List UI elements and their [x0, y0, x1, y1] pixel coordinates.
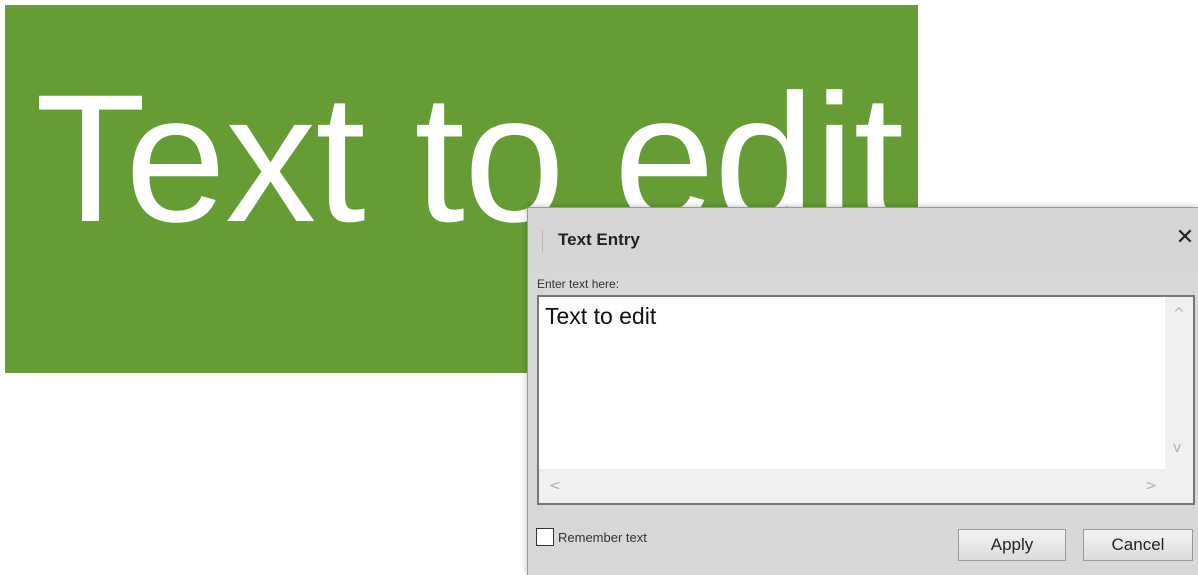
remember-text-checkbox[interactable]	[536, 528, 554, 546]
remember-text-label: Remember text	[558, 529, 647, 545]
remember-text-option[interactable]: Remember text	[536, 528, 647, 546]
dialog-title: Text Entry	[558, 230, 640, 249]
scrollbar-corner	[1165, 469, 1193, 503]
vertical-scrollbar[interactable]: ^ v	[1165, 297, 1193, 469]
scroll-right-icon[interactable]: >	[1145, 479, 1157, 493]
dialog-titlebar[interactable]: Text Entry ✕	[528, 208, 1198, 266]
text-entry-box: Text to edit ^ v < >	[537, 295, 1195, 505]
scroll-left-icon[interactable]: <	[549, 479, 561, 493]
prompt-label: Enter text here:	[537, 277, 620, 291]
text-entry-dialog: Text Entry ✕ Enter text here: Text to ed…	[527, 207, 1198, 575]
horizontal-scrollbar[interactable]: < >	[539, 469, 1165, 503]
close-icon[interactable]: ✕	[1174, 225, 1196, 251]
apply-button[interactable]: Apply	[958, 529, 1066, 561]
title-separator	[542, 230, 543, 252]
text-entry-input[interactable]: Text to edit	[539, 297, 1165, 469]
cancel-button[interactable]: Cancel	[1083, 529, 1193, 561]
scroll-down-icon[interactable]: v	[1173, 441, 1181, 455]
scroll-up-icon[interactable]: ^	[1173, 307, 1185, 321]
